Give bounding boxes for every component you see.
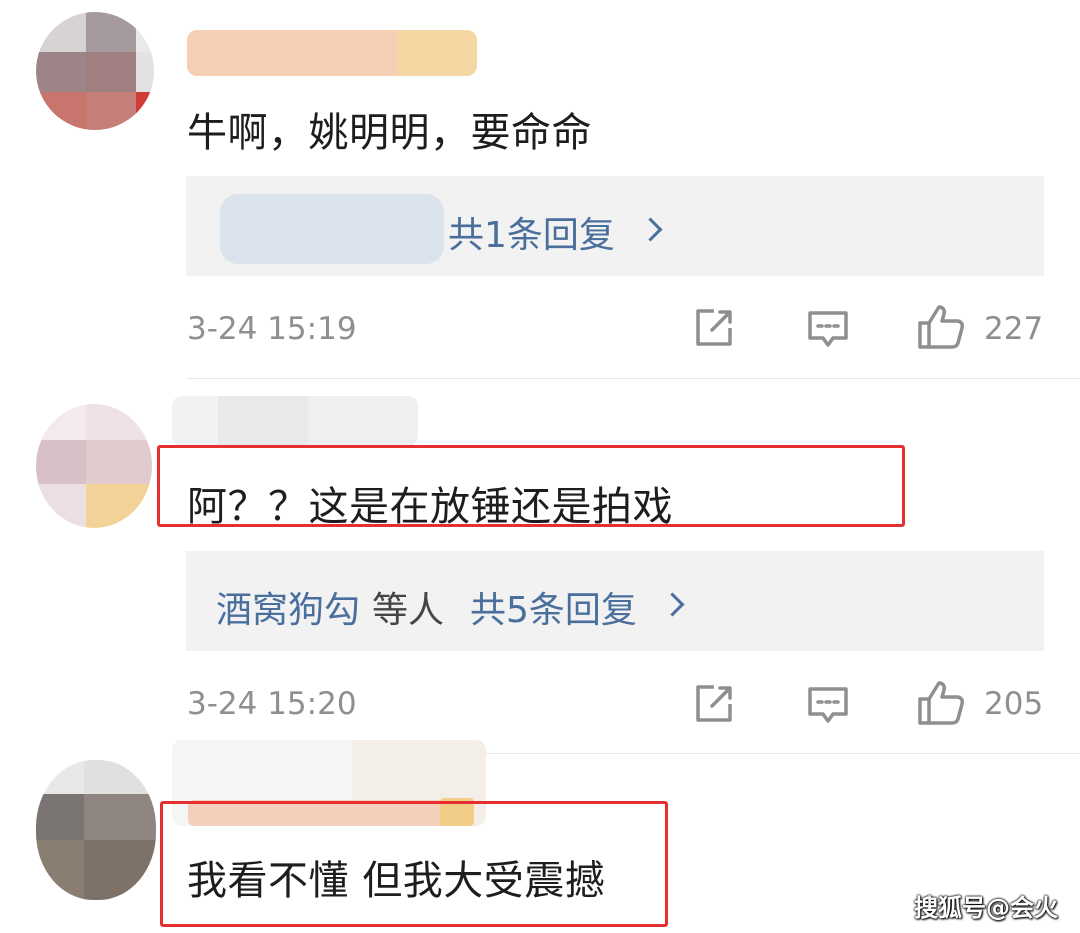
divider [187,378,1080,379]
reply-preview[interactable]: 共1条回复 [186,176,1044,276]
share-edit-icon[interactable] [692,306,736,350]
comment-timestamp: 3-24 15:20 [187,686,357,722]
comment-bubble-icon[interactable] [806,308,850,352]
reply-count-link[interactable]: 共5条回复 [470,581,637,633]
reply-others-label: 等人 [372,590,445,631]
like-count: 227 [984,311,1044,347]
comment-feed: 牛啊，姚明明，要命命 共1条回复 3-24 15:19 227 阿？？这是在放锤… [0,0,1080,933]
chevron-right-icon [638,217,663,242]
username-blurred[interactable] [187,30,477,76]
avatar[interactable] [36,404,152,528]
avatar[interactable] [36,760,156,900]
comment-timestamp: 3-24 15:19 [187,311,357,347]
reply-names-blurred [220,194,444,264]
highlight-box [160,801,668,927]
avatar[interactable] [36,12,154,130]
chevron-right-icon [660,592,685,617]
thumbs-up-icon[interactable] [916,303,966,351]
reply-count-link[interactable]: 共1条回复 [448,206,615,258]
like-count: 205 [984,686,1044,722]
reply-user-names[interactable]: 酒窝狗勾 [216,581,360,633]
comment-text: 牛啊，姚明明，要命命 [187,110,592,156]
username-blurred[interactable] [172,396,418,446]
watermark: 搜狐号@会火 [914,894,1058,922]
reply-preview[interactable]: 酒窝狗勾 等人 共5条回复 [186,551,1044,651]
comment-bubble-icon[interactable] [806,684,850,728]
share-edit-icon[interactable] [692,682,736,726]
thumbs-up-icon[interactable] [916,679,966,727]
highlight-box [157,445,905,527]
